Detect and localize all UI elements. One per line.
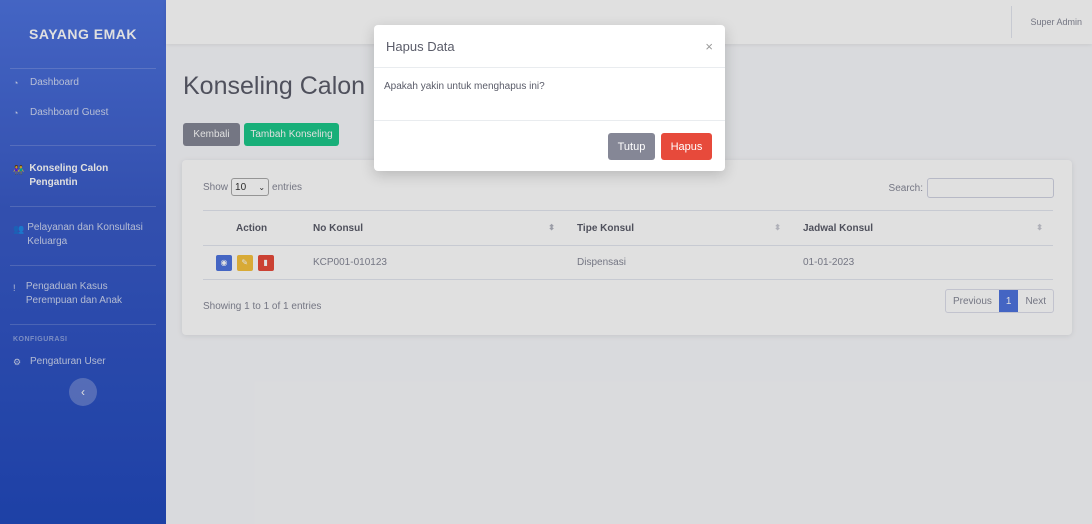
modal-close-button[interactable]: Tutup: [608, 133, 655, 160]
modal-footer: Tutup Hapus: [608, 133, 712, 160]
modal-header: Hapus Data ×: [374, 25, 725, 68]
close-icon[interactable]: ×: [705, 39, 713, 54]
delete-modal: Hapus Data × Apakah yakin untuk menghapu…: [374, 25, 725, 171]
modal-title: Hapus Data: [386, 38, 455, 54]
modal-body: Apakah yakin untuk menghapus ini?: [374, 68, 725, 121]
modal-delete-button[interactable]: Hapus: [661, 133, 712, 160]
